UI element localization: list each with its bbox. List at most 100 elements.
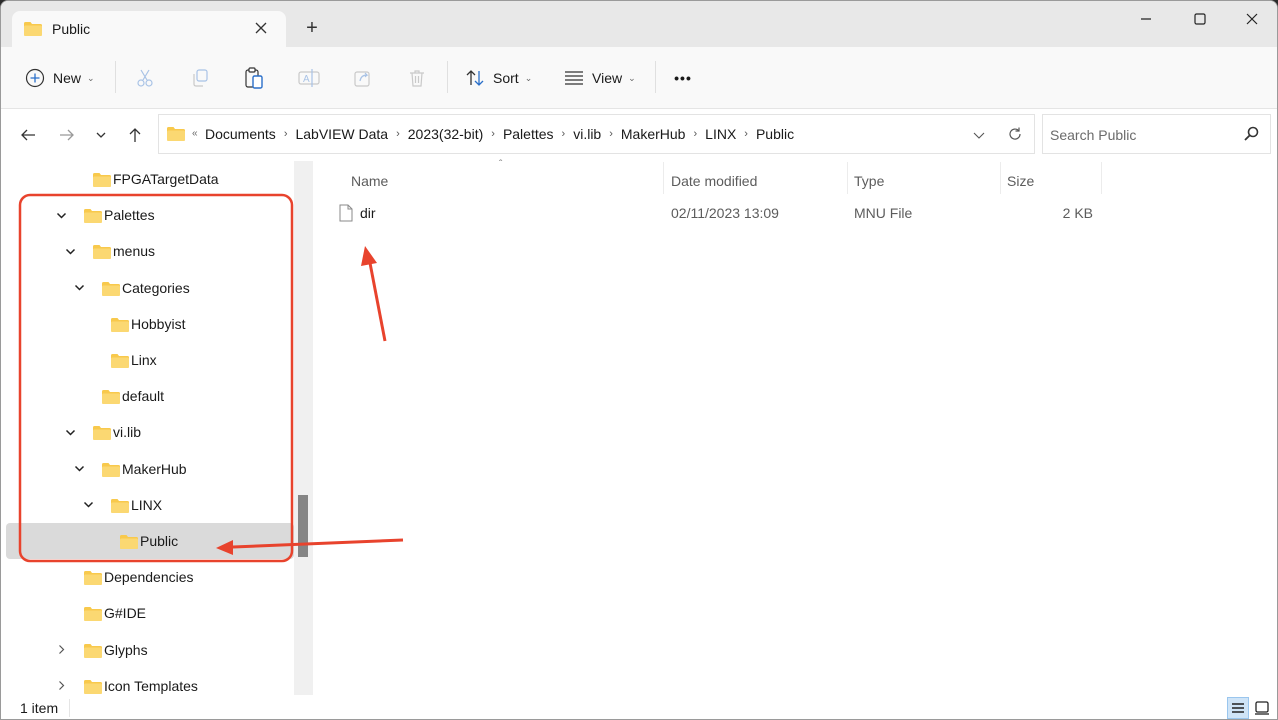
rename-button[interactable]: A (294, 63, 324, 93)
minimize-button[interactable] (1123, 5, 1169, 33)
nav-tree-item-linx[interactable]: Linx (6, 342, 294, 378)
nav-tree-item-public[interactable]: Public (6, 523, 294, 559)
column-header-size[interactable]: Size (1007, 169, 1034, 193)
folder-icon (102, 462, 120, 480)
chevron-down-icon[interactable] (72, 462, 86, 476)
chevron-down-icon (973, 132, 985, 139)
chevron-right-icon[interactable]: › (396, 128, 400, 140)
sort-button[interactable]: Sort ⌄ (465, 63, 532, 93)
nav-tree-label: vi.lib (113, 424, 142, 441)
search-icon[interactable] (1243, 126, 1259, 145)
close-tab-button[interactable] (250, 17, 272, 39)
search-input[interactable] (1050, 125, 1240, 145)
column-header-type[interactable]: Type (854, 169, 884, 193)
tiles-view-icon (1255, 701, 1269, 715)
column-divider[interactable] (663, 162, 664, 194)
close-window-button[interactable] (1229, 5, 1275, 33)
search-box[interactable] (1042, 114, 1271, 154)
column-divider[interactable] (847, 162, 848, 194)
nav-scrollbar-thumb[interactable] (298, 495, 308, 557)
breadcrumb-overflow-button[interactable]: « (192, 128, 198, 139)
copy-button[interactable] (185, 63, 215, 93)
chevron-down-icon[interactable] (81, 498, 95, 512)
new-label: New (53, 70, 82, 86)
file-name: dir (360, 205, 376, 221)
nav-tree-item-g-ide[interactable]: G#IDE (6, 595, 294, 631)
breadcrumb-vi-lib[interactable]: vi.lib (573, 126, 601, 142)
nav-tree-item-default[interactable]: default (6, 378, 294, 414)
breadcrumb-labview-data[interactable]: LabVIEW Data (295, 126, 388, 142)
nav-tree-item-palettes[interactable]: Palettes (6, 197, 294, 233)
more-options-button[interactable]: ••• (668, 63, 698, 93)
status-bar: 1 item (1, 695, 1277, 719)
view-icon (565, 71, 583, 85)
column-header-name[interactable]: Name (351, 169, 388, 193)
back-button[interactable] (16, 123, 40, 147)
chevron-down-icon[interactable] (54, 208, 68, 222)
nav-tree-item-vi-lib[interactable]: vi.lib (6, 414, 294, 450)
file-type: MNU File (854, 205, 913, 221)
delete-button[interactable] (402, 63, 432, 93)
address-history-button[interactable] (969, 125, 989, 145)
chevron-down-icon[interactable] (63, 425, 77, 439)
new-button[interactable]: New ⌄ (25, 63, 95, 93)
chevron-down-icon[interactable] (72, 281, 86, 295)
breadcrumb-makerhub[interactable]: MakerHub (621, 126, 686, 142)
chevron-right-icon[interactable]: › (284, 128, 288, 140)
breadcrumb-linx[interactable]: LINX (705, 126, 736, 142)
paste-button[interactable] (239, 63, 269, 93)
nav-tree-item-dependencies[interactable]: Dependencies (6, 559, 294, 595)
chevron-right-icon[interactable]: › (562, 128, 566, 140)
nav-tree-label: Icon Templates (104, 677, 198, 694)
chevron-right-icon[interactable]: › (693, 128, 697, 140)
tiles-view-button[interactable] (1251, 697, 1273, 719)
refresh-icon (1009, 127, 1021, 140)
folder-icon (24, 22, 42, 39)
chevron-right-icon[interactable]: › (744, 128, 748, 140)
new-tab-button[interactable]: + (301, 17, 323, 39)
chevron-down-icon[interactable] (63, 244, 77, 258)
refresh-button[interactable] (1005, 124, 1025, 144)
nav-tree-item-makerhub[interactable]: MakerHub (6, 451, 294, 487)
folder-icon (167, 127, 185, 144)
up-button[interactable] (123, 123, 147, 147)
nav-tree-item-categories[interactable]: Categories (6, 270, 294, 306)
chevron-right-icon[interactable]: › (609, 128, 613, 140)
tab-public[interactable]: Public (12, 11, 286, 47)
nav-tree-label: Dependencies (104, 569, 194, 586)
details-view-button[interactable] (1227, 697, 1249, 719)
chevron-down-icon: ⌄ (87, 72, 95, 83)
column-header-date-modified[interactable]: Date modified (671, 169, 757, 193)
cut-button[interactable] (130, 63, 160, 93)
breadcrumb-2023[interactable]: 2023(32-bit) (408, 126, 484, 142)
share-button[interactable] (348, 63, 378, 93)
view-button[interactable]: View ⌄ (564, 63, 636, 93)
nav-tree-item-menus[interactable]: menus (6, 233, 294, 269)
column-divider[interactable] (1101, 162, 1102, 194)
file-row[interactable]: dir 02/11/2023 13:09 MNU File 2 KB (335, 199, 1105, 229)
breadcrumb-documents[interactable]: Documents (205, 126, 276, 142)
nav-tree-item-linx[interactable]: LINX (6, 487, 294, 523)
nav-tree-item-glyphs[interactable]: Glyphs (6, 632, 294, 668)
address-bar[interactable]: « Documents › LabVIEW Data › 2023(32-bit… (158, 114, 1035, 154)
nav-scrollbar[interactable] (294, 161, 313, 695)
chevron-right-icon[interactable] (54, 643, 68, 657)
delete-icon (410, 70, 424, 87)
maximize-button[interactable] (1177, 5, 1223, 33)
nav-tree-label: menus (113, 243, 156, 260)
breadcrumb-public[interactable]: Public (756, 126, 794, 142)
breadcrumb-palettes[interactable]: Palettes (503, 126, 554, 142)
recent-locations-button[interactable] (89, 123, 113, 147)
nav-tree-label: Palettes (104, 207, 155, 224)
maximize-icon (1194, 13, 1206, 25)
tab-title: Public (52, 21, 91, 37)
nav-tree-item-fpgatargetdata[interactable]: FPGATargetData (6, 161, 294, 197)
nav-tree-item-hobbyist[interactable]: Hobbyist (6, 306, 294, 342)
chevron-right-icon[interactable]: › (491, 128, 495, 140)
file-size: 2 KB (1062, 205, 1093, 221)
minimize-icon (1141, 18, 1151, 20)
file-list: ˆ Name Date modified Type Size dir 02/11… (315, 159, 1277, 695)
column-divider[interactable] (1000, 162, 1001, 194)
chevron-right-icon[interactable] (54, 679, 68, 693)
forward-button[interactable] (55, 123, 79, 147)
